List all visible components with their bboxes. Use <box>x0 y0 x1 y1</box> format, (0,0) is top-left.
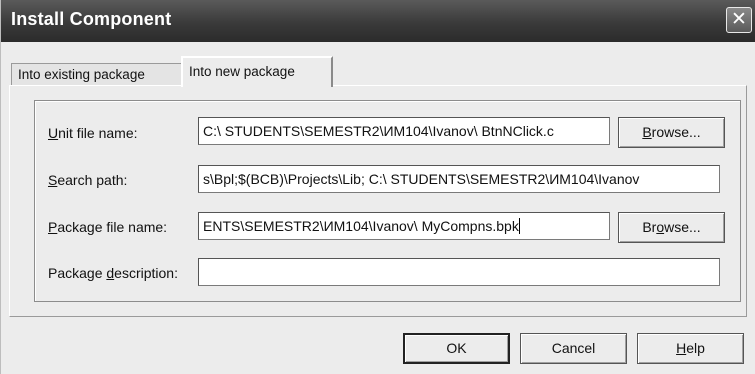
ok-button[interactable]: OK <box>403 333 510 364</box>
unit-file-name-input[interactable]: C:\ STUDENTS\SEMESTR2\ИМ104\Ivanov\ BtnN… <box>198 117 610 145</box>
package-description-label: Package description: <box>48 265 178 281</box>
package-description-input[interactable] <box>198 258 720 286</box>
window-title: Install Component <box>11 9 172 29</box>
cancel-button[interactable]: Cancel <box>520 333 627 364</box>
package-file-browse-button[interactable]: Browse... <box>618 212 725 243</box>
help-button[interactable]: Help <box>637 333 744 364</box>
close-icon: ✕ <box>731 9 747 30</box>
install-component-dialog: Install Component ✕ Into existing packag… <box>0 0 755 374</box>
text-caret <box>518 218 520 234</box>
unit-file-browse-button[interactable]: Browse... <box>618 117 725 148</box>
unit-file-name-label: Unit file name: <box>48 125 138 141</box>
tab-into-new-package[interactable]: Into new package <box>181 56 333 87</box>
title-bar[interactable]: Install Component ✕ <box>1 0 755 42</box>
search-path-label: Search path: <box>48 172 128 188</box>
package-file-name-label: Package file name: <box>48 219 168 235</box>
search-path-input[interactable]: s\Bpl;$(BCB)\Projects\Lib; C:\ STUDENTS\… <box>198 165 720 193</box>
tab-label: Into new package <box>189 64 295 79</box>
tab-label: Into existing package <box>18 67 145 82</box>
tab-into-existing-package[interactable]: Into existing package <box>11 63 183 85</box>
close-button[interactable]: ✕ <box>726 7 752 33</box>
package-file-name-input[interactable]: ENTS\SEMESTR2\ИМ104\Ivanov\ MyCompns.bpk <box>198 212 610 240</box>
